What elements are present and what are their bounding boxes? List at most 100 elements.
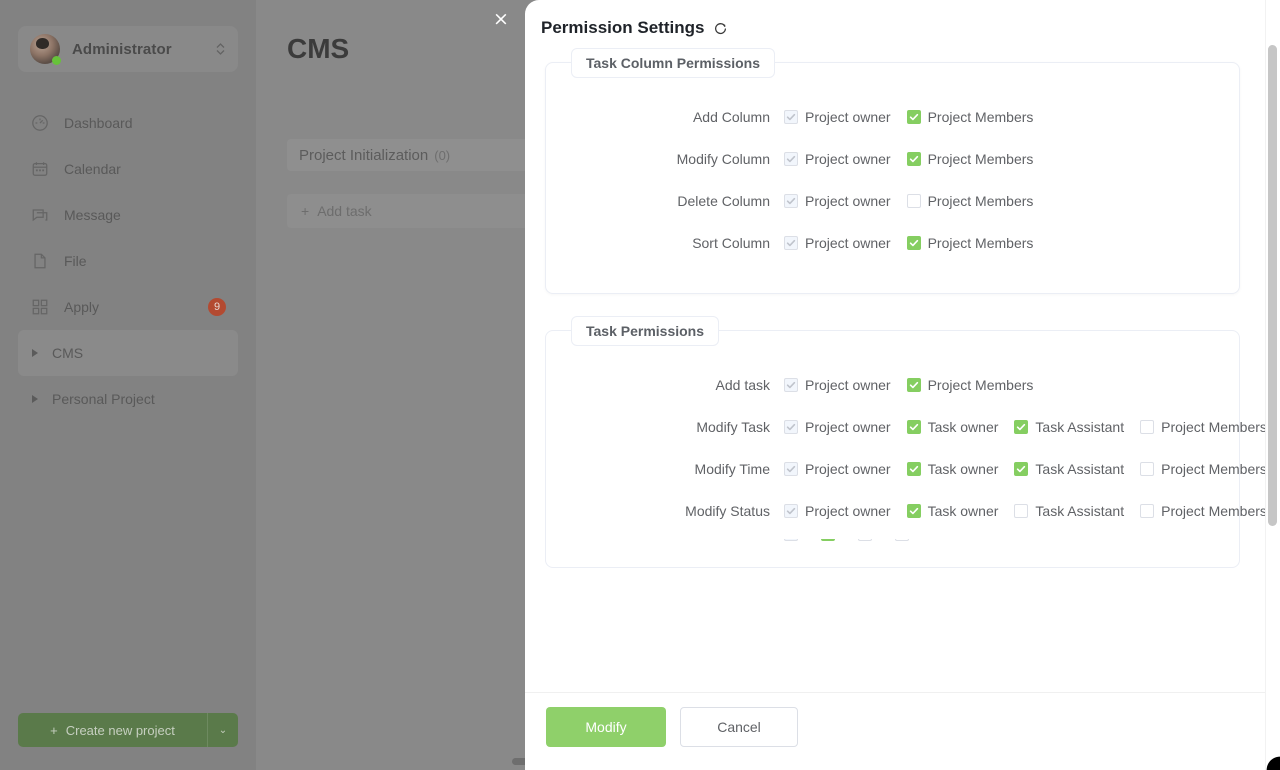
sidebar-item-label: Dashboard — [64, 115, 133, 131]
checkbox-task-assistant[interactable]: Task Assistant — [1014, 419, 1124, 435]
sidebar-item-file[interactable]: File — [18, 238, 238, 284]
checkbox-box — [784, 378, 798, 392]
checkbox-box — [1140, 504, 1155, 518]
permission-row: Modify Status Project owner Task owner T… — [566, 497, 1267, 525]
checkbox-box — [858, 539, 872, 541]
triangle-right-icon[interactable] — [32, 349, 38, 357]
checkbox-project-owner[interactable] — [784, 539, 805, 545]
dashboard-icon — [30, 113, 50, 133]
create-new-project-main[interactable]: + Create new project — [18, 713, 208, 747]
chevron-up-down-icon[interactable] — [215, 41, 226, 57]
checkbox-box — [1014, 420, 1029, 434]
permission-section-task-column: Task Column Permissions Add Column Proje… — [545, 48, 1240, 294]
checkbox-project-owner[interactable]: Project owner — [784, 461, 891, 477]
create-new-project-button[interactable]: + Create new project ⌄ — [18, 713, 238, 747]
sidebar-item-message[interactable]: Message — [18, 192, 238, 238]
section-legend: Task Column Permissions — [571, 48, 776, 78]
checkbox-box — [784, 539, 798, 541]
checkbox-box — [1014, 504, 1029, 518]
checkbox-label: Task Assistant — [1035, 419, 1125, 435]
checkbox-box — [784, 462, 798, 476]
vertical-scrollbar-thumb[interactable] — [1268, 45, 1277, 526]
checkbox-task-owner[interactable]: Task owner — [906, 419, 998, 435]
permission-row: Modify Column Project owner Project Memb… — [566, 145, 1219, 173]
permissions-scroll-area: Task Column Permissions Add Column Proje… — [525, 46, 1280, 692]
checkbox-project-members[interactable]: Project Members — [906, 109, 1033, 125]
avatar — [30, 34, 61, 65]
checkbox-group: Project owner Project Members — [784, 193, 1049, 209]
checkbox-project-members[interactable]: Project Members — [906, 151, 1034, 167]
permission-row: Modify Time Project owner Task owner Tas… — [566, 455, 1267, 483]
checkbox-project-owner[interactable]: Project owner — [784, 377, 891, 393]
checkbox-box — [906, 504, 921, 518]
permission-row: Delete Column Project owner Project Memb… — [566, 187, 1219, 215]
sidebar-item-label: Message — [64, 207, 121, 223]
drawer-scroll-body[interactable]: Task Column Permissions Add Column Proje… — [525, 46, 1280, 692]
checkbox-project-owner[interactable]: Project owner — [784, 151, 891, 167]
plus-icon: + — [50, 722, 58, 738]
checkbox-group: Project owner Task owner Task Assistant — [784, 503, 1280, 519]
permission-settings-drawer: Permission Settings Task Column Permissi… — [525, 0, 1280, 770]
checkbox-label: Project owner — [805, 235, 891, 251]
permission-row-label: Sort Column — [692, 235, 770, 251]
file-icon — [30, 251, 50, 271]
checkbox-group: Project owner Task owner Task Assistant … — [784, 419, 1280, 435]
checkbox-task-owner[interactable]: Task owner — [906, 503, 998, 519]
close-icon[interactable]: × — [489, 7, 513, 31]
checkbox-box — [906, 152, 921, 166]
user-account-card[interactable]: Administrator — [18, 26, 238, 72]
checkbox-box — [784, 236, 798, 250]
permission-row: Add task Project owner Project Members — [566, 371, 1219, 399]
checkbox-box — [906, 420, 921, 434]
chevron-down-icon[interactable]: ⌄ — [208, 725, 238, 736]
vertical-scrollbar-track[interactable] — [1265, 0, 1280, 770]
modify-button[interactable]: Modify — [546, 707, 666, 747]
checkbox-box — [821, 539, 835, 541]
permission-row-label: Delete Column — [677, 193, 770, 209]
sidebar-item-label: Personal Project — [52, 391, 155, 407]
checkbox-project-members[interactable] — [895, 539, 916, 545]
checkbox-task-owner[interactable] — [821, 539, 842, 545]
section-legend: Task Permissions — [571, 316, 720, 346]
checkbox-project-members[interactable]: Project Members — [1140, 419, 1267, 435]
checkbox-box — [784, 194, 798, 208]
checkbox-label: Project owner — [805, 109, 891, 125]
sidebar-item-label: CMS — [52, 345, 84, 361]
checkbox-label: Task Assistant — [1035, 503, 1125, 519]
sidebar-item-calendar[interactable]: Calendar — [18, 146, 238, 192]
checkbox-task-assistant[interactable]: Task Assistant — [1014, 461, 1124, 477]
checkbox-project-owner[interactable]: Project owner — [784, 419, 891, 435]
checkbox-project-members[interactable]: Project Members — [906, 193, 1033, 209]
checkbox-box — [906, 236, 921, 250]
drawer-footer: Modify Cancel — [525, 692, 1280, 770]
sidebar-item-personal-project[interactable]: Personal Project — [18, 376, 238, 422]
checkbox-task-assistant[interactable] — [858, 539, 879, 545]
permission-row: Sort Column Project owner Project Member… — [566, 229, 1219, 257]
checkbox-project-members[interactable]: Project Members — [1140, 503, 1267, 519]
cancel-button[interactable]: Cancel — [680, 707, 798, 747]
checkbox-task-assistant[interactable]: Task Assistant — [1014, 503, 1124, 519]
checkbox-label: Project Members — [1161, 503, 1267, 519]
checkbox-project-members[interactable]: Project Members — [906, 235, 1033, 251]
triangle-right-icon[interactable] — [32, 395, 38, 403]
checkbox-label: Project owner — [805, 151, 891, 167]
checkbox-project-owner[interactable]: Project owner — [784, 235, 891, 251]
checkbox-box — [784, 504, 798, 518]
checkbox-group: Project owner Project Members — [784, 235, 1049, 251]
checkbox-project-members[interactable]: Project Members — [1140, 461, 1267, 477]
sidebar-item-label: Calendar — [64, 161, 121, 177]
checkbox-project-members[interactable]: Project Members — [906, 377, 1033, 393]
checkbox-group: Project owner Project Members — [784, 377, 1049, 393]
checkbox-project-owner[interactable]: Project owner — [784, 193, 891, 209]
add-task-label: Add task — [317, 203, 372, 219]
checkbox-label: Project Members — [927, 151, 1034, 167]
sidebar-nav: Dashboard Calendar Message File Apply 9 … — [0, 100, 256, 422]
checkbox-project-owner[interactable]: Project owner — [784, 109, 891, 125]
sidebar-item-apply[interactable]: Apply 9 — [18, 284, 238, 330]
checkbox-task-owner[interactable]: Task owner — [906, 461, 998, 477]
sidebar-item-cms[interactable]: CMS — [18, 330, 238, 376]
refresh-icon[interactable] — [713, 21, 728, 36]
checkbox-box — [895, 539, 909, 541]
sidebar-item-dashboard[interactable]: Dashboard — [18, 100, 238, 146]
checkbox-project-owner[interactable]: Project owner — [784, 503, 891, 519]
